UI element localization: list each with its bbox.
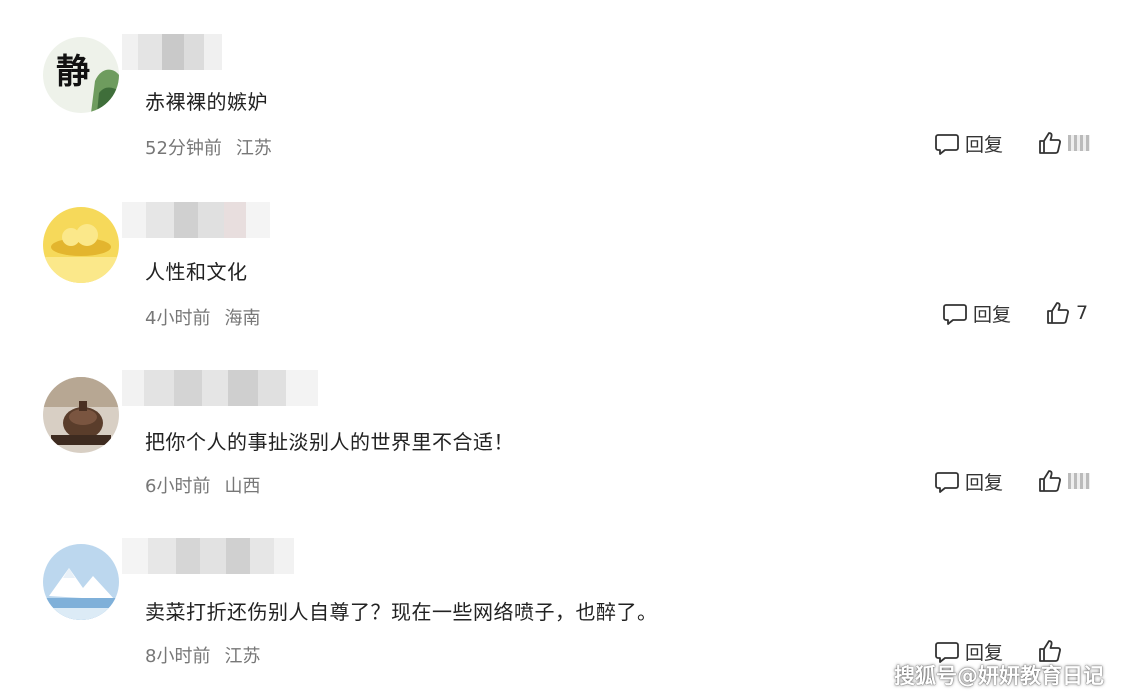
reply-button[interactable]: 回复 [942, 300, 1011, 327]
reply-label: 回复 [965, 134, 1004, 156]
comment-time: 8小时前 [145, 646, 211, 667]
comment-meta: 6小时前 山西 [145, 472, 260, 498]
comment-time: 52分钟前 [145, 138, 222, 159]
like-count: 7 [1076, 302, 1089, 324]
reply-label: 回复 [965, 472, 1004, 494]
thumbs-up-icon [1039, 132, 1061, 154]
avatar-calligraphy: 静 [56, 52, 90, 92]
avatar[interactable] [43, 377, 119, 453]
comment-item: 卖菜打折还伤别人自尊了？现在一些网络喷子，也醉了。 8小时前 江苏 回复 [0, 510, 1128, 680]
username-blurred[interactable] [122, 538, 294, 574]
comment-text: 赤裸裸的嫉妒 [145, 90, 268, 114]
comment-time: 4小时前 [145, 308, 211, 329]
like-count [1068, 135, 1090, 151]
username-blurred[interactable] [122, 370, 318, 406]
comment-meta: 8小时前 江苏 [145, 642, 260, 668]
username-blurred[interactable] [122, 34, 222, 70]
avatar[interactable] [43, 544, 119, 620]
comment-text: 人性和文化 [145, 260, 248, 284]
comment-time: 6小时前 [145, 476, 211, 497]
reply-button[interactable]: 回复 [934, 130, 1003, 157]
comment-item: 静 赤裸裸的嫉妒 52分钟前 江苏 回复 [0, 0, 1128, 170]
comment-text: 把你个人的事扯淡别人的世界里不合适！ [145, 430, 514, 454]
reply-button[interactable]: 回复 [934, 468, 1003, 495]
comment-location: 海南 [224, 308, 261, 329]
like-button[interactable]: 7 [1045, 300, 1088, 326]
thumbs-up-icon [1039, 470, 1061, 492]
watermark: 搜狐号@妍妍教育日记 [894, 664, 1104, 688]
comment-item: 把你个人的事扯淡别人的世界里不合适！ 6小时前 山西 回复 [0, 340, 1128, 510]
comment-text: 卖菜打折还伤别人自尊了？现在一些网络喷子，也醉了。 [145, 600, 658, 624]
comment-bubble-icon [943, 303, 967, 325]
like-count [1068, 473, 1090, 489]
like-button[interactable] [1037, 130, 1090, 156]
avatar[interactable]: 静 [43, 37, 119, 113]
comment-location: 江苏 [224, 646, 261, 667]
comment-meta: 52分钟前 江苏 [145, 134, 272, 160]
thumbs-up-icon [1047, 302, 1069, 324]
like-button[interactable] [1037, 468, 1090, 494]
reply-label: 回复 [973, 304, 1012, 326]
comment-bubble-icon [935, 133, 959, 155]
username-blurred[interactable] [122, 202, 270, 238]
comment-bubble-icon [935, 471, 959, 493]
comment-item: 人性和文化 4小时前 海南 回复 7 [0, 170, 1128, 340]
comment-location: 江苏 [235, 138, 272, 159]
comment-meta: 4小时前 海南 [145, 304, 260, 330]
comment-location: 山西 [224, 476, 261, 497]
avatar[interactable] [43, 207, 119, 283]
